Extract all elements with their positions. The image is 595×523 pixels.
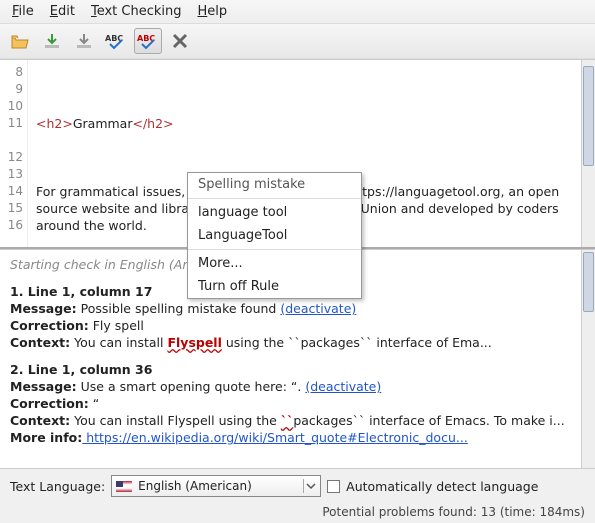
deactivate-link[interactable]: (deactivate) [305,379,381,394]
language-value: English (American) [138,479,252,493]
toolbar: ABC ABC [0,24,595,59]
scrollbar-thumb[interactable] [583,252,594,312]
open-file-button[interactable] [6,28,34,54]
auto-detect-label: Automatically detect language [346,479,538,494]
menu-edit[interactable]: Edit [42,2,83,21]
menu-textchecking[interactable]: Text Checking [83,2,190,21]
results-scrollbar[interactable] [581,250,595,468]
spellcheck-active-button[interactable]: ABC [134,28,162,54]
context-menu-more[interactable]: More... [188,252,361,275]
menu-help[interactable]: Help [190,2,236,21]
context-menu-sep [188,249,361,250]
context-menu-suggestion[interactable]: LanguageTool [188,224,361,247]
html-tag: </h2> [132,116,173,131]
import-button[interactable] [38,28,66,54]
more-info-link[interactable]: https://en.wikipedia.org/wiki/Smart_quot… [82,430,468,445]
chevron-down-icon [303,479,317,493]
context-menu-title: Spelling mistake [188,173,361,196]
status-bar: Potential problems found: 13 (time: 184m… [0,503,595,523]
close-x-icon [171,32,189,50]
flag-us-icon [116,481,132,492]
folder-open-icon [10,32,30,50]
context-menu-sep [188,198,361,199]
context-menu-suggestion[interactable]: language tool [188,201,361,224]
download-gray-icon [74,32,94,50]
error-word: Flyspell [167,335,221,350]
spellcheck-button[interactable]: ABC [102,28,130,54]
language-select[interactable]: English (American) [111,475,321,497]
html-tag: <h2> [36,116,73,131]
export-button[interactable] [70,28,98,54]
abc-check-red-icon: ABC [136,32,160,50]
footer: Text Language: English (American) Automa… [0,468,595,503]
error-word: `` [281,413,294,428]
line-gutter: 8 9 10 11 12 13 14 15 16 17 [0,60,28,247]
editor-scrollbar[interactable] [581,60,595,247]
abc-check-icon: ABC [104,32,128,50]
deactivate-link[interactable]: (deactivate) [280,301,356,316]
auto-detect-checkbox[interactable] [327,480,340,493]
context-menu: Spelling mistake language tool LanguageT… [187,172,362,299]
context-menu-turnoff[interactable]: Turn off Rule [188,275,361,298]
menubar: File Edit Text Checking Help [0,0,595,24]
download-green-icon [42,32,62,50]
result-heading: 1. Line 1, column 17 [10,284,152,299]
result-heading: 2. Line 1, column 36 [10,362,152,377]
scrollbar-thumb[interactable] [583,66,594,166]
menu-file[interactable]: File [4,2,42,21]
lang-label: Text Language: [10,479,105,494]
close-button[interactable] [166,28,194,54]
